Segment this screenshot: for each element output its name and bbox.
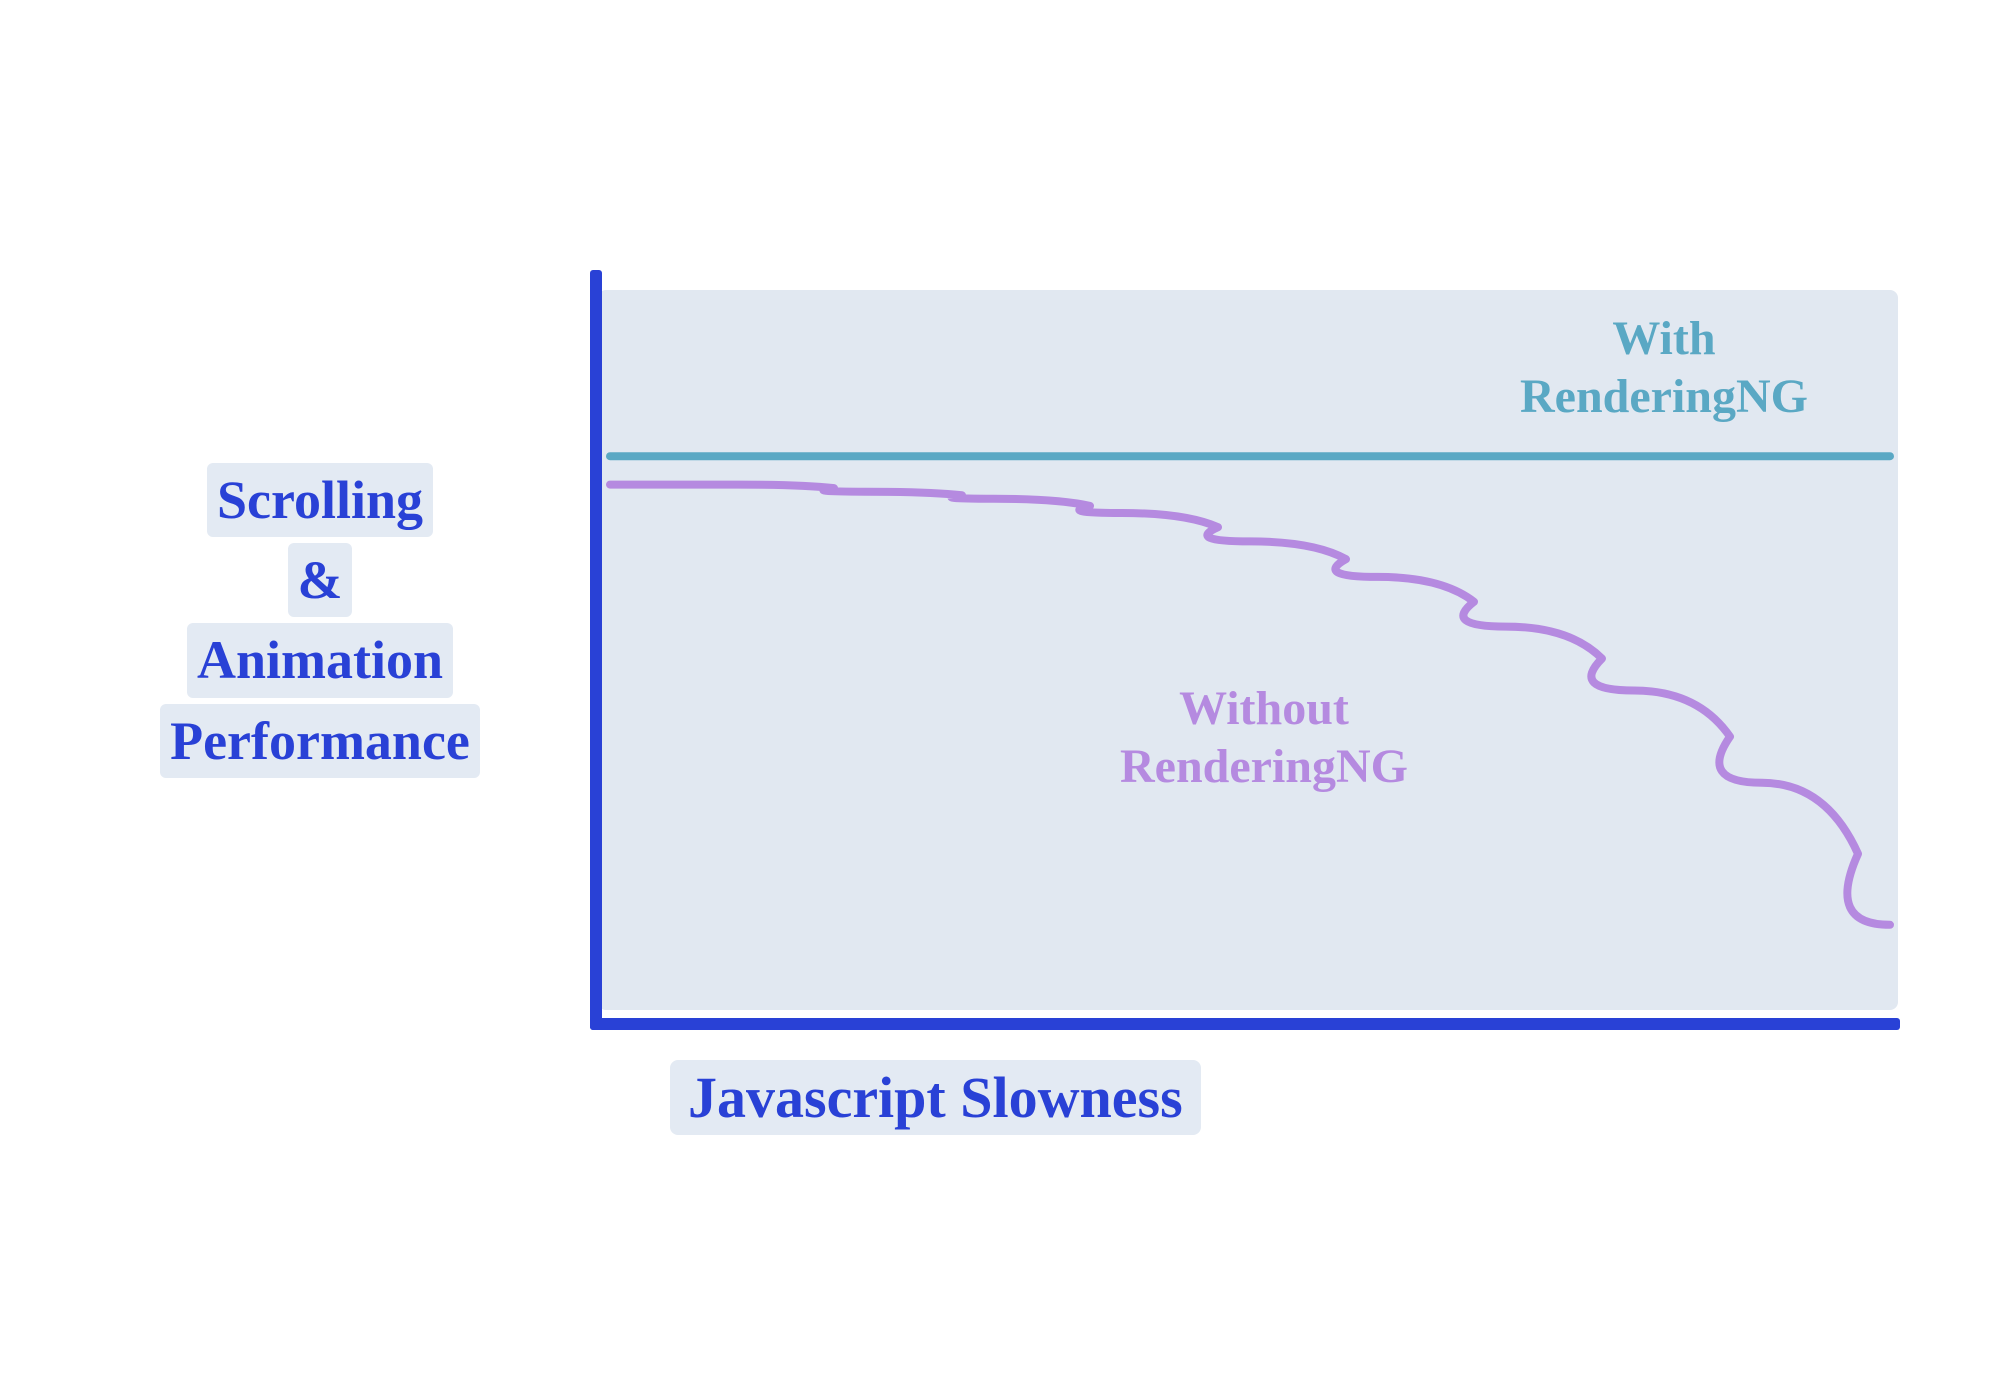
y-axis-label-line-3: Animation [187, 623, 453, 697]
y-axis-label: Scrolling & Animation Performance [80, 460, 560, 781]
y-axis-label-line-2: & [288, 543, 353, 617]
series-label-with-line-1: With [1612, 312, 1715, 365]
series-label-without-line-2: RenderingNG [1120, 740, 1408, 793]
series-label-with-renderingng: With RenderingNG [1520, 310, 1808, 425]
y-axis-label-line-4: Performance [160, 704, 480, 778]
y-axis-label-line-1: Scrolling [207, 463, 433, 537]
plot-area: With RenderingNG Without RenderingNG [580, 290, 1900, 1030]
series-label-with-line-2: RenderingNG [1520, 370, 1808, 423]
performance-chart: Scrolling & Animation Performance With R… [80, 290, 1930, 1190]
series-label-without-line-1: Without [1179, 682, 1349, 735]
series-label-without-renderingng: Without RenderingNG [1120, 680, 1408, 795]
x-axis-label: Javascript Slowness [670, 1060, 1201, 1135]
